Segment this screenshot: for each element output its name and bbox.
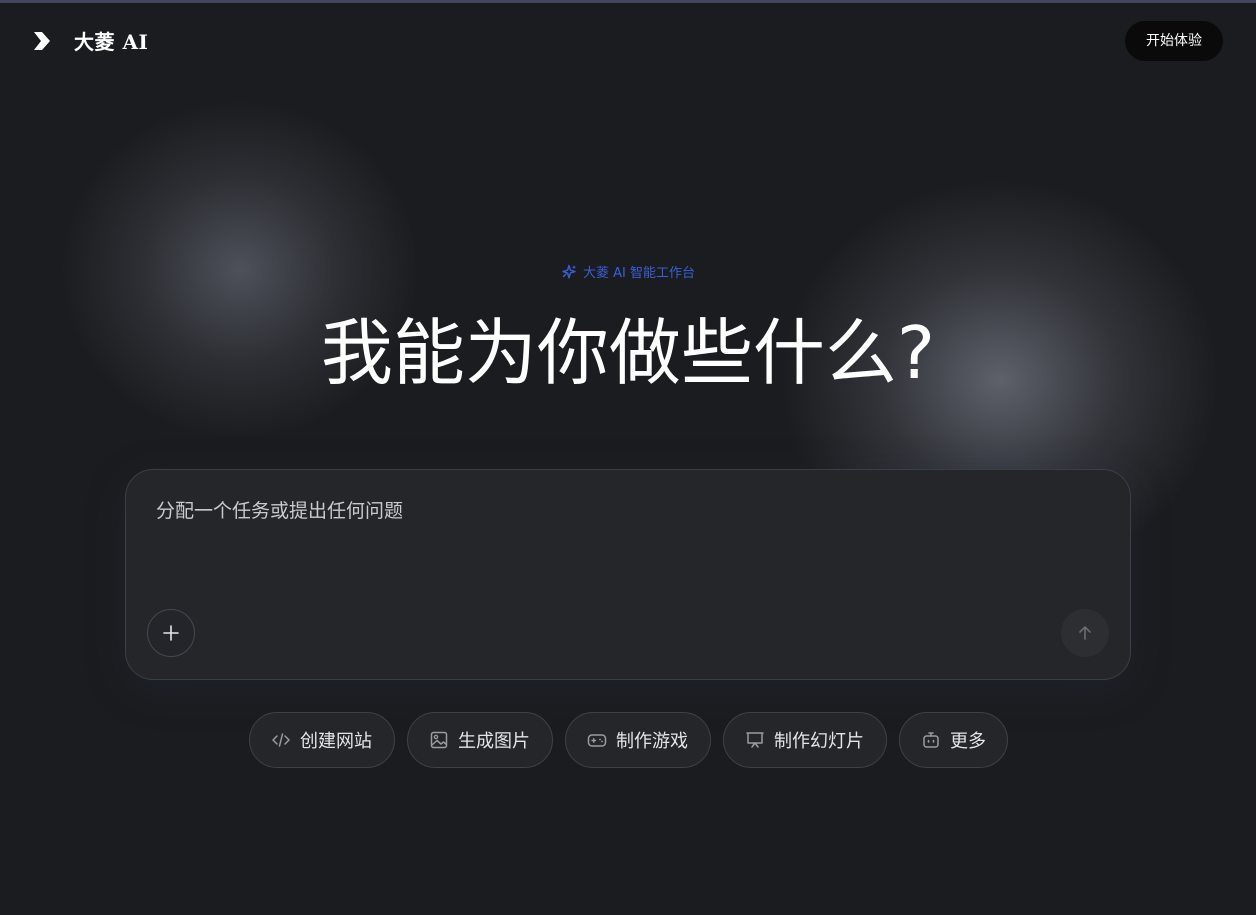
chip-label: 制作幻灯片	[774, 731, 864, 752]
chip-label: 生成图片	[458, 731, 530, 752]
code-icon	[271, 730, 291, 750]
plus-icon	[163, 625, 179, 641]
composer-panel	[125, 469, 1131, 680]
robot-icon	[921, 730, 941, 750]
chip-label: 制作游戏	[616, 731, 688, 752]
generate-image-button[interactable]: 生成图片	[407, 712, 553, 768]
hero-title: 我能为你做些什么?	[320, 311, 936, 395]
presentation-icon	[745, 730, 765, 750]
chip-label: 创建网站	[300, 731, 372, 752]
image-icon	[429, 730, 449, 750]
arrow-up-icon	[1079, 626, 1091, 640]
task-input[interactable]	[156, 496, 1096, 586]
make-game-button[interactable]: 制作游戏	[565, 712, 711, 768]
brand-name[interactable]: 大菱 AI	[74, 26, 148, 55]
logo-chevron-icon[interactable]	[33, 31, 51, 51]
gamepad-icon	[587, 730, 607, 750]
make-slides-button[interactable]: 制作幻灯片	[723, 712, 887, 768]
create-website-button[interactable]: 创建网站	[249, 712, 395, 768]
page: 大菱 AI 开始体验 大菱 AI 智能工作台 我能为你做些什么? 分配一个任务或…	[0, 0, 1256, 915]
more-button[interactable]: 更多	[899, 712, 1008, 768]
tagline: 大菱 AI 智能工作台	[0, 262, 1256, 284]
quick-actions: 创建网站 生成图片 制作游戏 制作幻灯片 更多	[249, 712, 1008, 770]
chip-label: 更多	[950, 731, 986, 752]
send-button[interactable]	[1061, 609, 1109, 657]
add-attachment-button[interactable]	[147, 609, 195, 657]
tagline-text: 大菱 AI 智能工作台	[583, 266, 695, 281]
start-experience-button[interactable]: 开始体验	[1125, 21, 1223, 61]
header: 大菱 AI 开始体验	[0, 3, 1256, 77]
sparkle-icon	[561, 264, 577, 284]
